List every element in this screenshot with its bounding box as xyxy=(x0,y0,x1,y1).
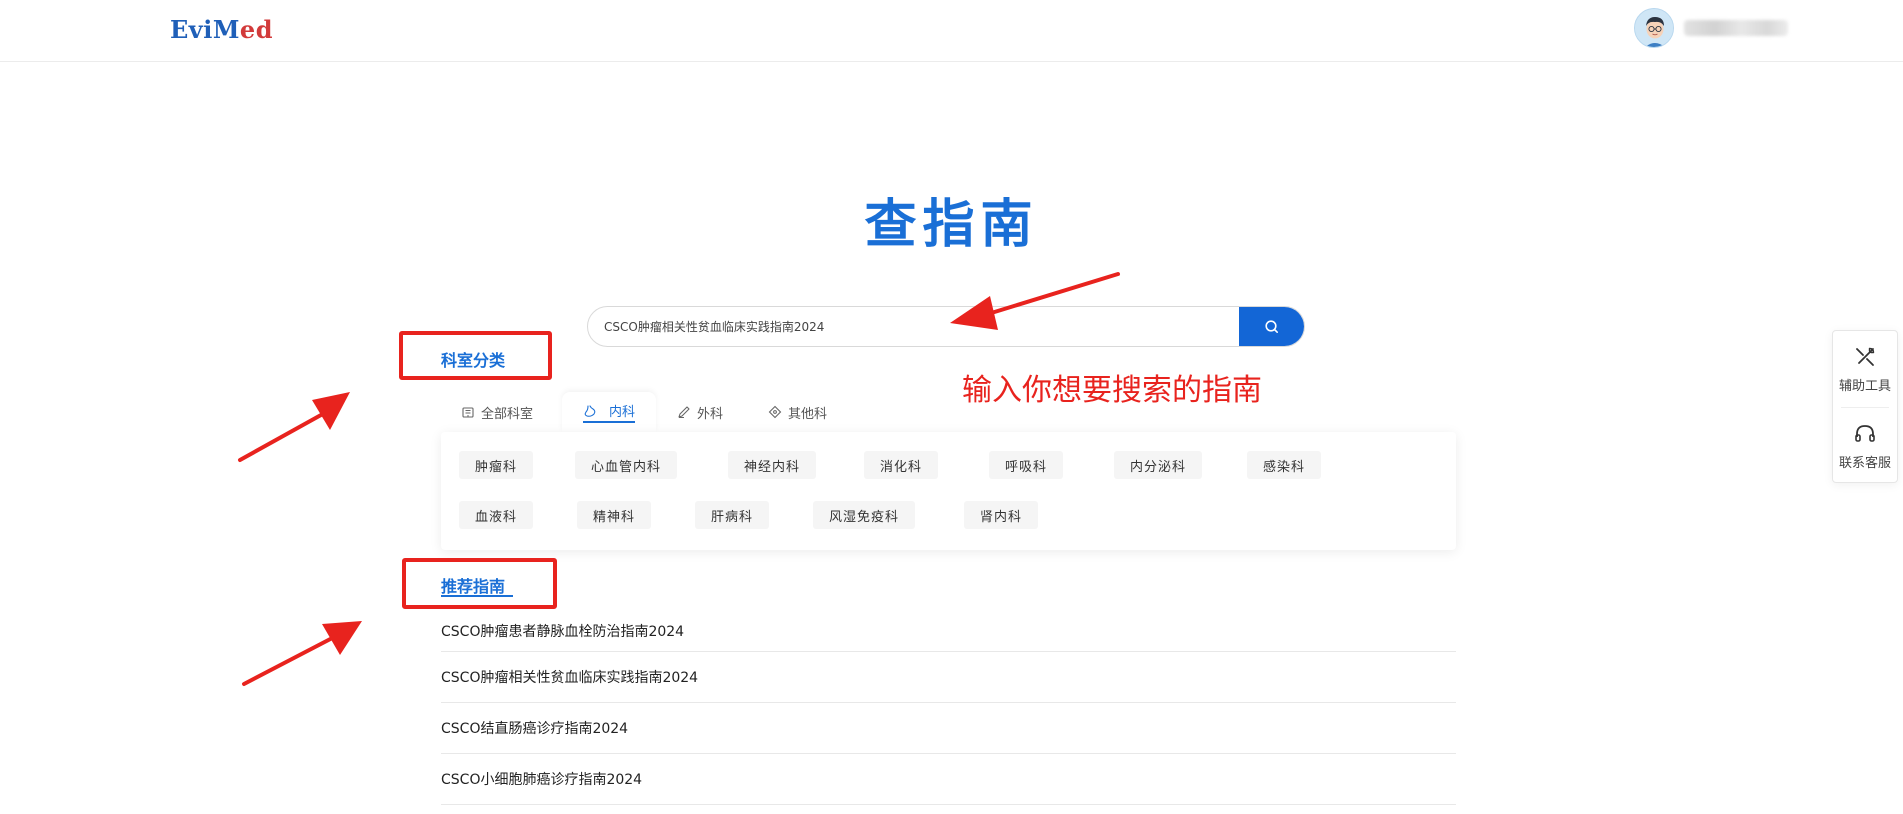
username-blurred[interactable] xyxy=(1684,20,1788,36)
tab-label: 全部科室 xyxy=(481,406,534,422)
page-title: 查指南 xyxy=(864,195,1039,255)
guide-list-item[interactable]: CSCO小细胞肺癌诊疗指南2024 xyxy=(441,754,1456,805)
department-panel: 肿瘤科 心血管内科 神经内科 消化科 呼吸科 内分泌科 感染科 血液科 精神科 … xyxy=(441,432,1456,550)
building-icon xyxy=(462,407,474,418)
dept-chip[interactable]: 内分泌科 xyxy=(1114,451,1203,479)
annotation-hint-text: 输入你想要搜索的指南 xyxy=(962,373,1262,408)
top-header: EviMed xyxy=(0,0,1903,62)
dept-chip[interactable]: 风湿免疫科 xyxy=(813,501,916,529)
guide-list-item[interactable]: CSCO结直肠癌诊疗指南2024 xyxy=(441,703,1456,754)
tab-label: 其他科 xyxy=(788,406,828,422)
guide-list-item[interactable]: CSCO肿瘤相关性贫血临床实践指南2024 xyxy=(441,652,1456,703)
assist-tools-button[interactable]: 辅助工具 xyxy=(1833,331,1897,407)
annotation-box-departments xyxy=(399,331,552,380)
tab-internal-medicine[interactable]: 内科 xyxy=(562,392,656,432)
diamond-icon xyxy=(768,405,782,419)
contact-service-button[interactable]: 联系客服 xyxy=(1833,408,1897,484)
search-icon xyxy=(1265,319,1278,333)
tab-surgery[interactable]: 外科 xyxy=(677,392,747,432)
dept-chip[interactable]: 消化科 xyxy=(864,451,939,479)
headset-icon xyxy=(1855,424,1875,442)
dept-chip[interactable]: 感染科 xyxy=(1247,451,1322,479)
tools-icon xyxy=(1856,347,1875,366)
logo-text-red: ed xyxy=(239,15,273,44)
dept-chip[interactable]: 呼吸科 xyxy=(989,451,1064,479)
recommended-guide-list: CSCO肿瘤患者静脉血栓防治指南2024 CSCO肿瘤相关性贫血临床实践指南20… xyxy=(441,610,1456,805)
tab-label: 外科 xyxy=(697,406,724,422)
assist-tools-label: 辅助工具 xyxy=(1838,378,1891,394)
logo-text: EviMed xyxy=(170,15,273,44)
user-avatar[interactable] xyxy=(1634,8,1674,48)
search-button[interactable] xyxy=(1239,307,1304,346)
tab-label: 内科 xyxy=(608,405,635,420)
avatar-face-icon xyxy=(1635,9,1673,47)
dept-chip[interactable]: 肝病科 xyxy=(695,501,770,529)
dept-chip[interactable]: 血液科 xyxy=(459,501,534,529)
dept-chip[interactable]: 神经内科 xyxy=(728,451,817,479)
search-bar xyxy=(587,306,1305,347)
search-input[interactable] xyxy=(604,307,1204,346)
dept-chip[interactable]: 精神科 xyxy=(577,501,652,529)
annotation-box-recommended xyxy=(402,558,557,609)
guide-list-item[interactable]: CSCO肿瘤患者静脉血栓防治指南2024 xyxy=(441,610,1456,652)
logo-text-blue: EviM xyxy=(170,15,240,44)
page: EviMed 查指南 科室分类 xyxy=(0,0,1903,814)
floating-side-panel: 辅助工具 联系客服 xyxy=(1832,330,1898,483)
stomach-icon xyxy=(584,404,596,417)
dept-chip[interactable]: 心血管内科 xyxy=(575,451,678,479)
scalpel-icon xyxy=(678,406,690,418)
evimed-logo[interactable]: EviMed xyxy=(170,15,273,44)
tab-all-departments[interactable]: 全部科室 xyxy=(461,392,556,432)
contact-service-label: 联系客服 xyxy=(1838,455,1891,471)
dept-chip[interactable]: 肿瘤科 xyxy=(459,451,534,479)
arrow-to-recommended xyxy=(242,621,362,686)
tab-active-wrap: 内科 xyxy=(582,401,635,423)
dept-chip[interactable]: 肾内科 xyxy=(964,501,1039,529)
tab-other-departments[interactable]: 其他科 xyxy=(768,392,848,432)
arrow-to-departments xyxy=(238,392,350,462)
